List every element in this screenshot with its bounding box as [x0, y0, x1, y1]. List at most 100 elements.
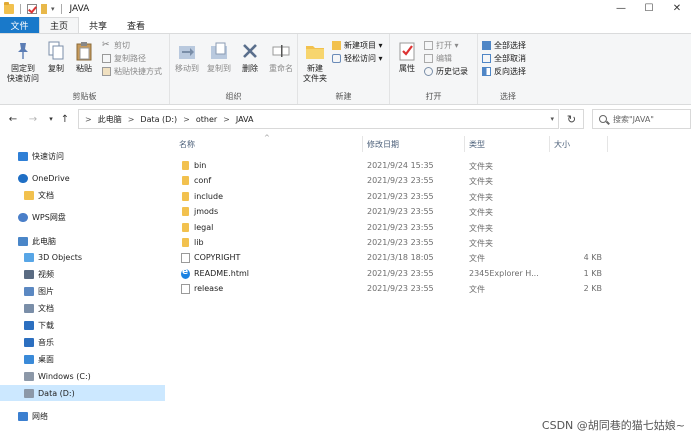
network-icon: [18, 411, 28, 421]
window-controls: — ☐ ✕: [607, 0, 691, 17]
chevron-right-icon[interactable]: >: [223, 115, 230, 124]
copy-button[interactable]: 复制: [44, 40, 68, 74]
select-none-button[interactable]: 全部取消: [482, 53, 526, 64]
invert-selection-button[interactable]: 反向选择: [482, 66, 526, 77]
search-icon: [599, 115, 607, 123]
up-arrow-icon[interactable]: ↑: [58, 114, 72, 125]
file-row[interactable]: conf 2021/9/23 23:55 文件夹: [172, 174, 608, 189]
chevron-right-icon[interactable]: >: [128, 115, 135, 124]
properties-quick-icon[interactable]: [27, 3, 37, 14]
open-group: 属性 打开 ▾ 编辑 历史记录 打开: [390, 34, 478, 104]
chevron-right-icon[interactable]: >: [183, 115, 190, 124]
forward-arrow-icon[interactable]: →: [26, 114, 40, 125]
close-button[interactable]: ✕: [663, 0, 691, 17]
paste-button[interactable]: 粘贴: [72, 40, 96, 74]
sidebar-item[interactable]: 快速访问: [0, 148, 165, 164]
column-divider[interactable]: [464, 136, 465, 152]
select-all-button[interactable]: 全部选择: [482, 40, 526, 51]
column-header-type[interactable]: 类型: [469, 136, 485, 152]
open-button[interactable]: 打开 ▾: [424, 40, 459, 51]
copy-to-button[interactable]: 复制到: [206, 40, 232, 74]
cut-button[interactable]: ✂ 剪切: [102, 40, 130, 51]
file-row[interactable]: bin 2021/9/24 15:35 文件夹: [172, 159, 608, 174]
file-row[interactable]: include 2021/9/23 23:55 文件夹: [172, 190, 608, 205]
search-box[interactable]: 搜索"JAVA": [592, 109, 691, 129]
easy-access-button[interactable]: 轻松访问 ▾: [332, 53, 383, 64]
column-header-date[interactable]: 修改日期: [367, 136, 399, 152]
breadcrumb-java[interactable]: JAVA: [236, 115, 254, 124]
sidebar-item-label: 3D Objects: [38, 252, 83, 262]
sidebar-item[interactable]: 视频: [0, 266, 165, 282]
sidebar-item[interactable]: WPS网盘: [0, 209, 165, 225]
file-row[interactable]: legal 2021/9/23 23:55 文件夹: [172, 221, 608, 236]
file-type: 文件夹: [469, 192, 493, 202]
sidebar-item[interactable]: 桌面: [0, 351, 165, 367]
easy-access-icon: [332, 54, 341, 63]
column-divider[interactable]: [607, 136, 608, 152]
sidebar-item[interactable]: 3D Objects: [0, 249, 165, 265]
sidebar-item-label: WPS网盘: [32, 212, 66, 222]
tab-view[interactable]: 查看: [117, 17, 155, 33]
new-folder-icon: [306, 46, 324, 59]
column-header-name[interactable]: 名称: [179, 136, 195, 152]
breadcrumb-data-d[interactable]: Data (D:): [140, 115, 177, 124]
sidebar-item[interactable]: 下载: [0, 317, 165, 333]
new-folder-button[interactable]: 新建 文件夹: [300, 40, 330, 84]
file-row[interactable]: README.html 2021/9/23 23:55 2345Explorer H…: [172, 267, 608, 282]
recent-locations-icon[interactable]: ▾: [44, 115, 58, 123]
sidebar-item[interactable]: 此电脑: [0, 233, 165, 249]
sidebar-item[interactable]: OneDrive: [0, 170, 165, 186]
refresh-button[interactable]: ↻: [560, 109, 584, 129]
pin-to-quick-access-button[interactable]: 固定到 快速访问: [4, 40, 42, 84]
open-group-label: 打开: [425, 92, 442, 101]
desktop-icon: [24, 354, 34, 364]
sidebar-item[interactable]: 音乐: [0, 334, 165, 350]
quick-access-dropdown-icon[interactable]: ▾: [51, 5, 55, 13]
move-to-button[interactable]: 移动到: [174, 40, 200, 74]
maximize-button[interactable]: ☐: [635, 0, 663, 17]
document-icon: [24, 303, 34, 313]
file-row[interactable]: lib 2021/9/23 23:55 文件夹: [172, 236, 608, 251]
paste-shortcut-button[interactable]: 粘贴快捷方式: [102, 66, 162, 77]
pin-quick-icon[interactable]: [41, 3, 47, 14]
minimize-button[interactable]: —: [607, 0, 635, 17]
sidebar-item[interactable]: 文档: [0, 300, 165, 316]
history-button[interactable]: 历史记录: [424, 66, 468, 77]
address-dropdown-icon[interactable]: ▾: [550, 115, 554, 123]
cloud-icon: [18, 173, 28, 183]
column-header-size[interactable]: 大小: [554, 136, 570, 152]
file-row[interactable]: release 2021/9/23 23:55 文件 2 KB: [172, 282, 608, 297]
file-size: 1 KB: [583, 268, 602, 278]
sidebar-item[interactable]: 文档: [0, 187, 165, 203]
sidebar-item[interactable]: Data (D:): [0, 385, 165, 401]
column-divider[interactable]: [362, 136, 363, 152]
breadcrumb-other[interactable]: other: [196, 115, 217, 124]
rename-button[interactable]: 重命名: [266, 40, 296, 74]
drive-icon: [24, 371, 34, 381]
sidebar-item[interactable]: Windows (C:): [0, 368, 165, 384]
tab-share[interactable]: 共享: [79, 17, 117, 33]
new-item-button[interactable]: 新建项目 ▾: [332, 40, 383, 51]
tab-file[interactable]: 文件: [0, 17, 39, 33]
back-arrow-icon[interactable]: ←: [6, 114, 20, 125]
file-row[interactable]: jmods 2021/9/23 23:55 文件夹: [172, 205, 608, 220]
delete-button[interactable]: 删除: [238, 40, 262, 74]
properties-button[interactable]: 属性: [394, 40, 420, 74]
file-row[interactable]: COPYRIGHT 2021/3/18 18:05 文件 4 KB: [172, 251, 608, 266]
sidebar-item[interactable]: 网络: [0, 408, 165, 424]
edit-button[interactable]: 编辑: [424, 53, 452, 64]
breadcrumb-this-pc[interactable]: 此电脑: [98, 114, 122, 125]
tab-home[interactable]: 主页: [39, 17, 80, 33]
easy-access-label: 轻松访问 ▾: [344, 54, 383, 63]
sidebar-item[interactable]: 图片: [0, 283, 165, 299]
column-divider[interactable]: [549, 136, 550, 152]
new-group-label: 新建: [335, 92, 352, 101]
file-date: 2021/9/23 23:55: [367, 191, 434, 201]
file-date: 2021/9/23 23:55: [367, 268, 434, 278]
sidebar-item-label: 文档: [38, 190, 54, 200]
organize-group-label: 组织: [225, 92, 242, 101]
address-bar[interactable]: > 此电脑 > Data (D:) > other > JAVA ▾: [78, 109, 559, 129]
open-label: 打开 ▾: [436, 41, 459, 50]
copy-path-button[interactable]: 复制路径: [102, 53, 146, 64]
address-toolbar: ← → ▾ ↑ > 此电脑 > Data (D:) > other > JAVA…: [0, 106, 691, 132]
